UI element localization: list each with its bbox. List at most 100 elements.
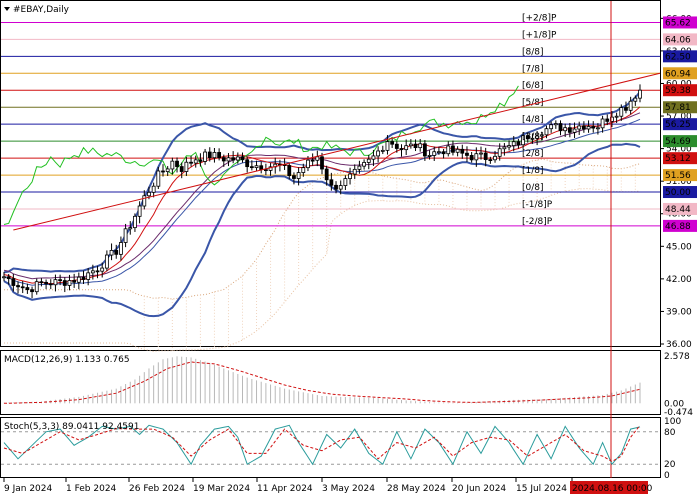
candle-body	[479, 152, 483, 155]
stoch-tick-label: 100	[664, 417, 681, 427]
candle-body	[600, 118, 605, 129]
candle-body	[198, 159, 203, 162]
candle-body	[235, 156, 240, 161]
candle-body	[628, 100, 633, 111]
macd-tick-label: 2.578	[664, 352, 690, 362]
price-tag-label: 54.69	[665, 137, 691, 147]
chart-title-text: #EBAY,Daily	[13, 5, 70, 15]
ichimoku-cloud	[4, 158, 641, 353]
candle-body	[366, 158, 371, 163]
time-label: 11 Apr 2024	[257, 484, 313, 494]
dropdown-triangle-icon[interactable]	[4, 7, 10, 11]
candle-body	[95, 270, 100, 273]
candle-body	[76, 276, 81, 283]
candle-body	[567, 127, 572, 133]
candle-body	[446, 145, 451, 155]
price-tick-label: 36.00	[666, 340, 692, 350]
candle-body	[553, 123, 558, 126]
candle-body	[263, 169, 268, 172]
candle-body	[511, 141, 516, 146]
candle-body	[203, 151, 207, 162]
time-label: 26 Feb 2024	[129, 484, 185, 494]
time-label: 19 Mar 2024	[193, 484, 250, 494]
candle-body	[343, 178, 348, 186]
candle-body	[72, 280, 77, 283]
candle-body	[497, 148, 502, 157]
time-label: 20 Jun 2024	[452, 484, 506, 494]
candle-body	[34, 281, 39, 293]
candle-body	[11, 278, 16, 286]
candle-body	[62, 280, 67, 286]
candle-body	[53, 279, 58, 286]
stoch-title: Stoch(5,3,3) 89.0411 92.4591	[4, 422, 139, 432]
candle-body	[189, 161, 193, 164]
candle-body	[151, 185, 156, 193]
murrey-label: [5/8]	[522, 98, 544, 108]
price-tag-label: 59.38	[665, 86, 691, 96]
price-panel-frame	[0, 0, 661, 347]
candle-body	[296, 172, 301, 179]
trendline	[13, 72, 661, 231]
price-tag-label: 65.62	[665, 18, 691, 28]
candle-body	[451, 145, 455, 153]
candle-body	[329, 179, 334, 186]
candle-body	[385, 141, 390, 151]
candle-body	[441, 151, 446, 155]
candle-body	[507, 145, 511, 148]
candle-body	[67, 280, 72, 286]
candle-body	[161, 170, 165, 173]
candle-body	[156, 170, 161, 187]
candle-body	[572, 128, 577, 133]
murrey-label: [4/8]	[522, 115, 544, 125]
cloud-span-a	[4, 158, 641, 300]
candle-body	[488, 159, 493, 161]
candle-body	[469, 155, 474, 161]
candle-body	[404, 145, 409, 151]
candle-body	[184, 161, 189, 172]
candle-body	[362, 162, 366, 167]
candle-body	[165, 168, 170, 172]
candle-body	[128, 227, 133, 230]
candle-body	[418, 143, 423, 149]
candle-body	[20, 286, 25, 289]
price-tag-label: 64.06	[665, 35, 691, 45]
candle-body	[502, 146, 507, 150]
candle-body	[399, 148, 404, 151]
price-tag-label: 50.00	[665, 188, 691, 198]
candle-body	[357, 165, 362, 170]
candle-body	[25, 287, 30, 291]
candle-body	[249, 166, 254, 169]
candle-body	[338, 185, 343, 190]
candle-body	[474, 153, 479, 161]
candle-body	[371, 155, 376, 160]
candle-body	[465, 152, 469, 156]
candle-body	[100, 267, 105, 272]
candle-body	[221, 157, 226, 162]
candle-body	[109, 249, 114, 256]
candle-body	[413, 143, 418, 149]
candle-body	[422, 143, 427, 157]
candle-body	[483, 152, 488, 160]
stoch-tick-label: 0	[664, 471, 670, 481]
candle-body	[254, 165, 259, 168]
murrey-label: [+1/8]P	[522, 30, 557, 40]
candle-body	[619, 107, 624, 117]
candle-body	[408, 143, 413, 147]
murrey-label: [3/8]	[522, 132, 544, 142]
price-axis: 36.0039.0042.0045.0048.0051.0054.0057.00…	[660, 14, 692, 350]
candle-body	[516, 141, 521, 146]
murrey-label: [-1/8]P	[522, 200, 553, 210]
candle-body	[217, 152, 222, 158]
candle-body	[310, 159, 315, 162]
candle-body	[48, 283, 53, 286]
candle-body	[86, 272, 91, 280]
candle-body	[44, 281, 48, 285]
candle-body	[558, 123, 563, 132]
candle-body	[614, 115, 619, 118]
candle-body	[306, 159, 310, 169]
price-tick-label: 39.00	[666, 307, 692, 317]
price-tag-label: 51.56	[665, 171, 691, 181]
moving-averages	[3, 85, 641, 285]
candle-body	[376, 150, 381, 157]
candle-body	[207, 151, 212, 159]
